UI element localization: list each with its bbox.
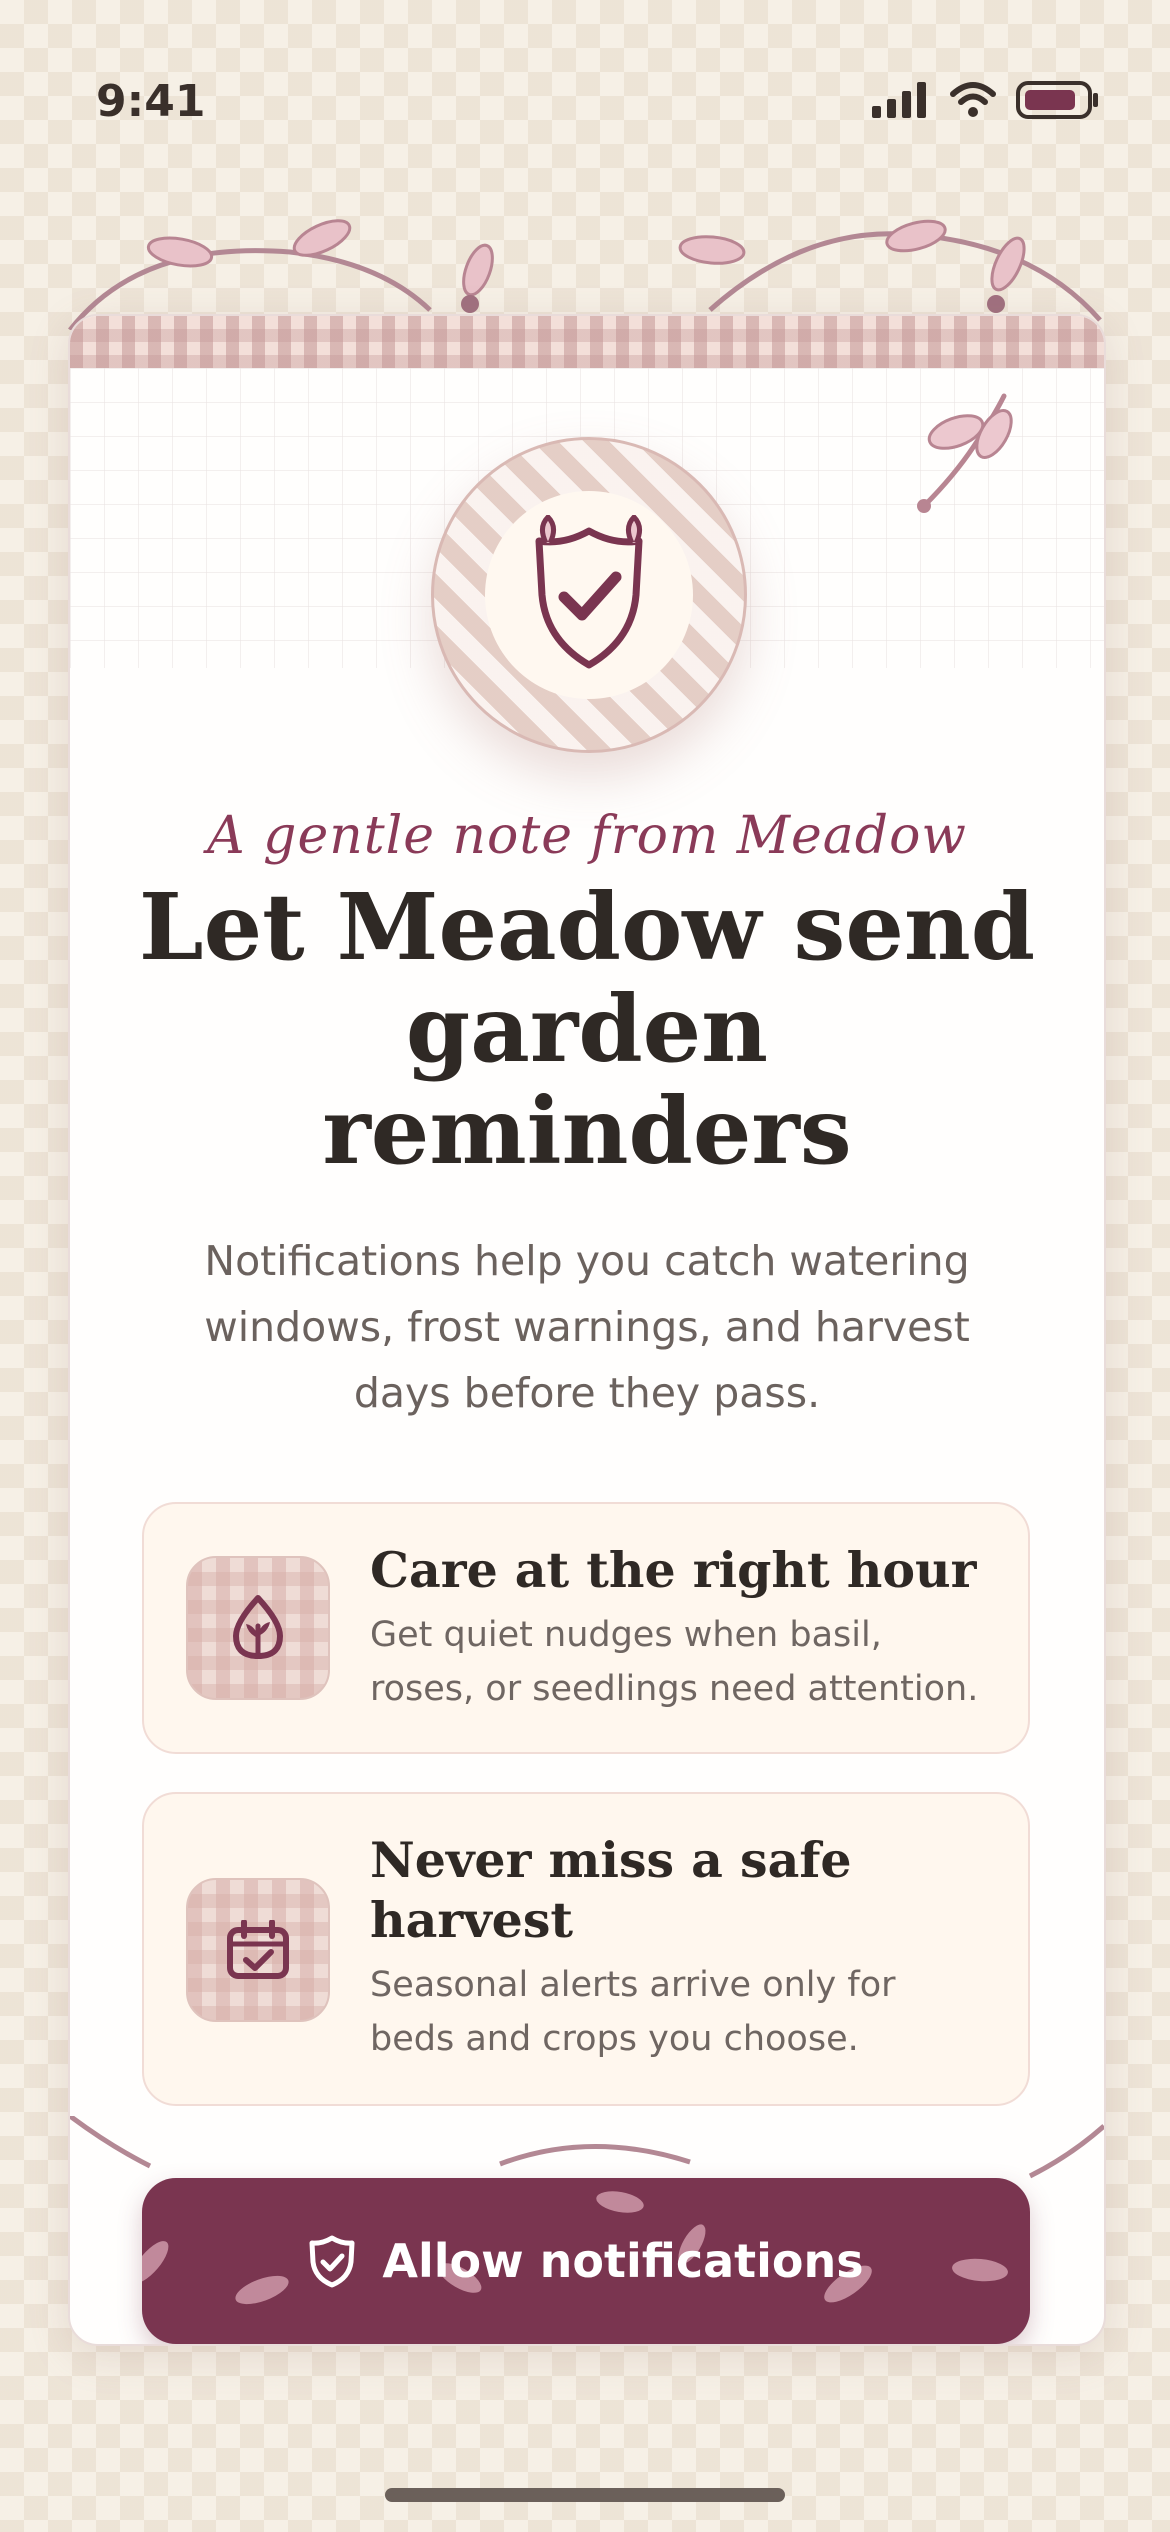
leaf-sprig-icon (917, 393, 1013, 513)
page-subtitle: Notifications help you catch watering wi… (204, 1237, 970, 1417)
shield-check-icon (309, 2235, 355, 2288)
feature-icon-tile (186, 1556, 330, 1700)
feature-icon-tile (186, 1878, 330, 2022)
status-time: 9:41 (96, 76, 206, 127)
calendar-check-icon (227, 1920, 289, 1979)
signal-icon (872, 82, 926, 118)
feature-text: Never miss a safe harvest Seasonal alert… (370, 1830, 988, 2066)
gingham-trim (70, 316, 1104, 368)
feature-title: Care at the right hour (370, 1541, 977, 1599)
feature-card-harvest: Never miss a safe harvest Seasonal alert… (142, 1792, 1030, 2106)
feature-text: Care at the right hour Get quiet nudges … (370, 1540, 988, 1716)
battery-icon (1016, 81, 1098, 119)
permission-card: A gentle note from Meadow Let Meadow sen… (68, 314, 1106, 2346)
page-title: Let Meadow send garden reminders (138, 873, 1036, 1185)
feature-description: Get quiet nudges when basil, roses, or s… (370, 1615, 979, 1709)
home-indicator[interactable] (385, 2488, 785, 2502)
kicker-text: A gentle note from Meadow (207, 806, 967, 866)
status-icons (872, 80, 1100, 120)
shield-check-icon (535, 515, 643, 669)
shield-badge (431, 437, 747, 753)
allow-notifications-button[interactable]: Allow notifications (142, 2178, 1030, 2344)
allow-button-label: Allow notifications (382, 2234, 864, 2288)
wifi-icon (950, 82, 996, 117)
badge-inner (485, 491, 693, 699)
feature-title: Never miss a safe harvest (370, 1831, 852, 1949)
feature-card-care: Care at the right hour Get quiet nudges … (142, 1502, 1030, 1754)
vine-decoration-top (68, 219, 1102, 330)
feature-description: Seasonal alerts arrive only for beds and… (370, 1965, 896, 2059)
leaf-drop-icon (233, 1595, 283, 1659)
